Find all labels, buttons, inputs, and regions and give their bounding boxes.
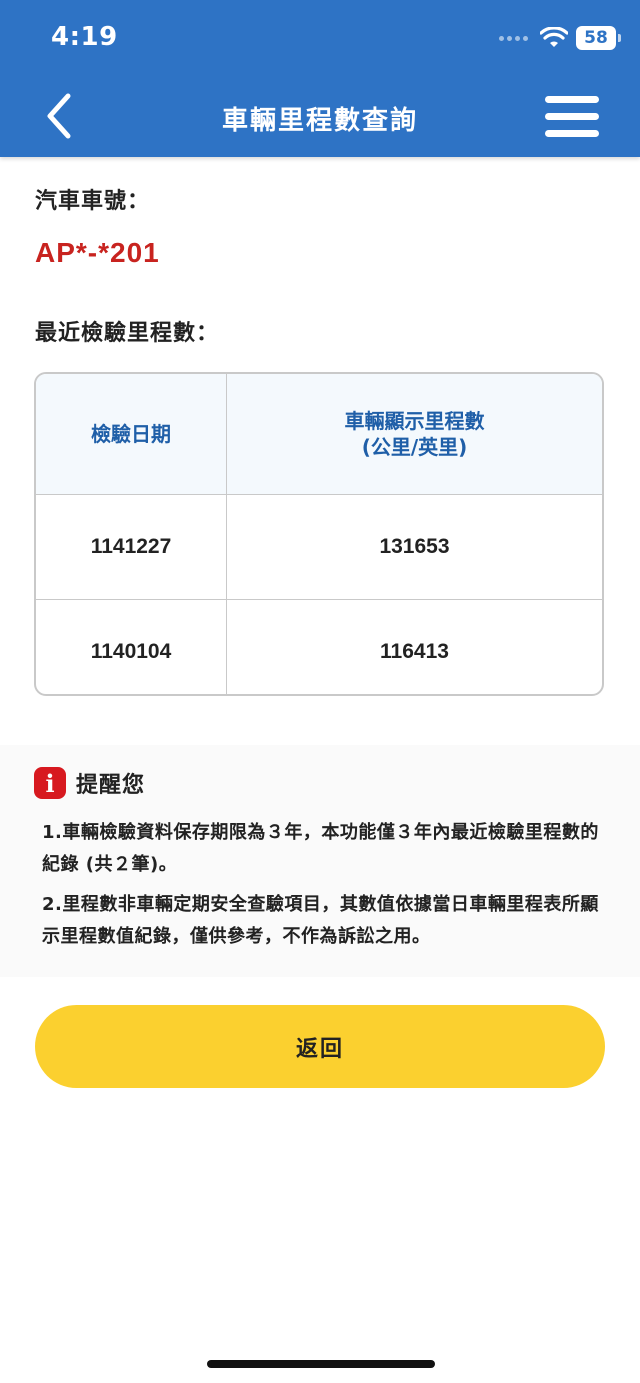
- info-icon: i: [34, 767, 66, 799]
- battery-icon: 58: [576, 26, 621, 50]
- notice-header: i 提醒您: [34, 767, 145, 799]
- menu-button[interactable]: [545, 96, 599, 138]
- home-indicator: [207, 1360, 435, 1368]
- inspection-date-cell: 1141227: [36, 494, 227, 600]
- app-header: 4:19 58 車輛里程數查詢: [0, 0, 640, 157]
- plate-label: 汽車車號：: [35, 189, 151, 214]
- table-row: 1140104 116413: [36, 599, 602, 694]
- mileage-section-label: 最近檢驗里程數：: [35, 321, 220, 346]
- page-title: 車輛里程數查詢: [221, 106, 418, 136]
- column-header-mileage: 車輛顯示里程數 (公里/英里): [226, 374, 602, 495]
- mileage-table: 檢驗日期 車輛顯示里程數 (公里/英里) 1141227 131653 1140…: [34, 372, 604, 696]
- notice-title: 提醒您: [76, 773, 146, 798]
- notice-item: 1.車輛檢驗資料保存期限為３年，本功能僅３年內最近檢驗里程數的紀錄 (共２筆)。: [42, 822, 599, 875]
- wifi-icon: [540, 27, 568, 47]
- column-header-mileage-label: 車輛顯示里程數: [344, 409, 485, 433]
- hamburger-menu-icon: [545, 96, 599, 137]
- mileage-value-cell: 116413: [226, 599, 602, 694]
- notice-item: 2.里程數非車輛定期安全查驗項目，其數值依據當日車輛里程表所顯示里程數值紀錄，僅…: [42, 894, 599, 947]
- mileage-value-cell: 131653: [226, 494, 602, 600]
- table-header-row: 檢驗日期 車輛顯示里程數 (公里/英里): [36, 374, 602, 495]
- cellular-signal-icon: [499, 35, 528, 41]
- column-header-mileage-unit: (公里/英里): [361, 435, 468, 459]
- notice-panel: i 提醒您 1.車輛檢驗資料保存期限為３年，本功能僅３年內最近檢驗里程數的紀錄 …: [0, 745, 640, 977]
- status-icons: 58: [499, 26, 621, 50]
- table-row: 1141227 131653: [36, 494, 602, 600]
- inspection-date-cell: 1140104: [36, 599, 227, 694]
- return-button[interactable]: 返回: [35, 1005, 605, 1088]
- status-time: 4:19: [51, 22, 118, 52]
- column-header-date: 檢驗日期: [36, 374, 227, 495]
- plate-number: AP*-*201: [35, 237, 160, 268]
